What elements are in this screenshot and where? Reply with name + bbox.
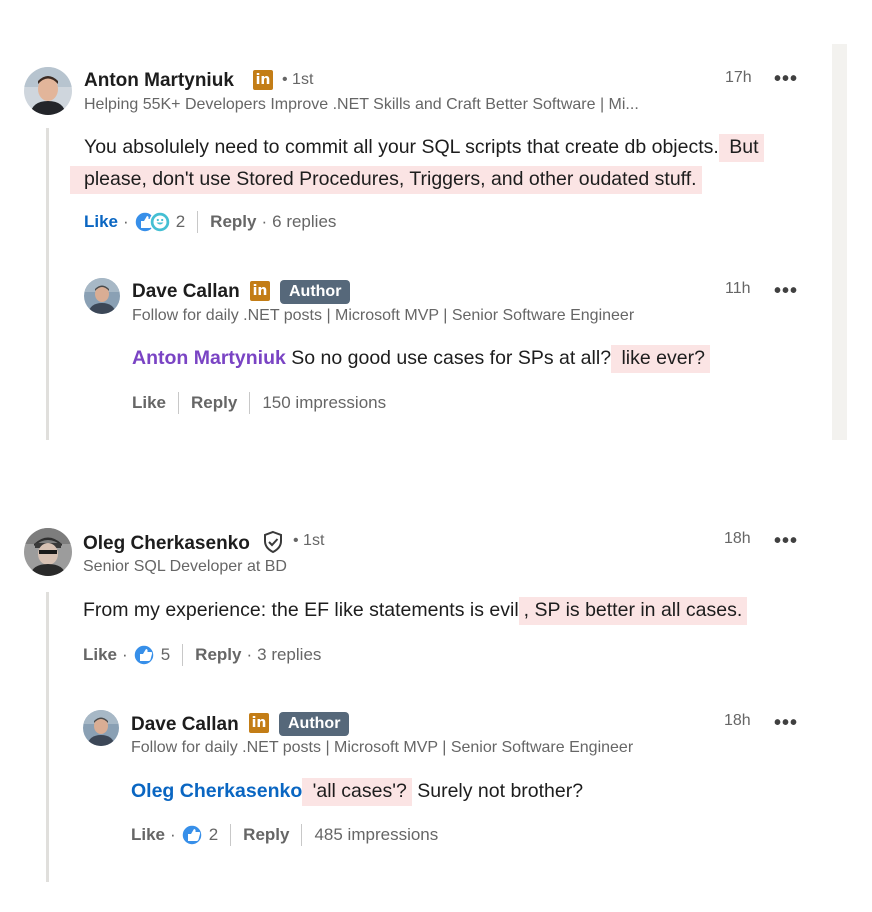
reactions-summary[interactable]: 2 bbox=[180, 824, 219, 846]
like-reaction-icon bbox=[132, 644, 155, 666]
avatar-dave-callan[interactable] bbox=[83, 710, 119, 746]
reply-text-part: So no good use cases for SPs at all? bbox=[285, 347, 612, 369]
reply-author-headline: Follow for daily .NET posts | Microsoft … bbox=[132, 307, 635, 324]
author-badge: Author bbox=[280, 280, 351, 304]
scrollbar-track[interactable] bbox=[832, 44, 847, 440]
comment-text-line2: please, don't use Stored Procedures, Tri… bbox=[70, 163, 702, 195]
like-button[interactable]: Like bbox=[131, 825, 165, 845]
comment-actions: Like · 5 Reply · 3 replies bbox=[83, 644, 322, 666]
reply-actions: Like · 2 Reply 485 impressions bbox=[131, 824, 439, 846]
reply-button[interactable]: Reply bbox=[210, 212, 256, 232]
comment-text-part: You absolulely need to commit all your S… bbox=[84, 136, 719, 158]
reaction-count: 5 bbox=[160, 645, 171, 664]
comment-timestamp: 18h bbox=[724, 530, 751, 547]
like-button[interactable]: Like bbox=[132, 393, 166, 413]
reply-button[interactable]: Reply bbox=[243, 825, 289, 845]
highlighted-text: 'all cases'? bbox=[302, 778, 412, 806]
connection-degree: • 1st bbox=[282, 71, 314, 88]
highlighted-text: like ever? bbox=[611, 345, 710, 373]
reactions-summary[interactable]: 5 bbox=[132, 644, 171, 666]
comment-text: From my experience: the EF like statemen… bbox=[83, 594, 748, 626]
comment-timestamp: 17h bbox=[725, 69, 752, 86]
replies-count-link[interactable]: 3 replies bbox=[257, 645, 321, 665]
mention-link[interactable]: Oleg Cherkasenko bbox=[131, 780, 302, 802]
like-button[interactable]: Like bbox=[83, 645, 117, 665]
verified-icon bbox=[262, 530, 284, 559]
replies-count-link[interactable]: 6 replies bbox=[272, 212, 336, 232]
avatar-dave-callan[interactable] bbox=[84, 278, 120, 314]
reply-text: Anton Martyniuk So no good use cases for… bbox=[132, 342, 710, 374]
comment-author-name[interactable]: Oleg Cherkasenko bbox=[83, 533, 250, 555]
author-badge: Author bbox=[279, 712, 350, 736]
like-reaction-icon bbox=[180, 824, 203, 846]
linkedin-premium-icon: in bbox=[249, 713, 269, 733]
avatar-anton[interactable] bbox=[24, 67, 72, 115]
highlighted-text: But bbox=[718, 134, 764, 162]
linkedin-premium-icon: in bbox=[250, 281, 270, 301]
like-button[interactable]: Like bbox=[84, 212, 118, 232]
comment-author-headline: Helping 55K+ Developers Improve .NET Ski… bbox=[84, 96, 639, 113]
impressions-count: 150 impressions bbox=[262, 393, 387, 412]
mention-link[interactable]: Anton Martyniuk bbox=[132, 347, 286, 369]
reply-timestamp: 18h bbox=[724, 712, 751, 729]
comment-text: You absolulely need to commit all your S… bbox=[84, 131, 764, 163]
more-options-icon[interactable]: ••• bbox=[774, 713, 798, 733]
like-reaction-icon bbox=[133, 211, 171, 233]
thread-line bbox=[46, 128, 49, 440]
impressions-count: 485 impressions bbox=[314, 825, 439, 844]
comment-actions: Like · 2 Reply · 6 replies bbox=[84, 211, 337, 233]
comment-author-headline: Senior SQL Developer at BD bbox=[83, 558, 287, 575]
more-options-icon[interactable]: ••• bbox=[774, 69, 798, 89]
reply-button[interactable]: Reply bbox=[195, 645, 241, 665]
reply-author-headline: Follow for daily .NET posts | Microsoft … bbox=[131, 739, 634, 756]
avatar-oleg[interactable] bbox=[24, 528, 72, 576]
highlighted-text: , SP is better in all cases. bbox=[518, 597, 748, 625]
reply-text-part: Surely not brother? bbox=[411, 780, 584, 802]
highlighted-text: please, don't use Stored Procedures, Tri… bbox=[70, 166, 702, 194]
comment-text-part: From my experience: the EF like statemen… bbox=[83, 599, 519, 621]
reaction-count: 2 bbox=[208, 825, 219, 844]
thread-line bbox=[46, 592, 49, 882]
reply-author-name[interactable]: Dave Callan bbox=[131, 714, 239, 736]
more-options-icon[interactable]: ••• bbox=[774, 531, 798, 551]
linkedin-premium-icon: in bbox=[253, 70, 273, 90]
reply-author-name[interactable]: Dave Callan bbox=[132, 281, 240, 303]
reaction-count: 2 bbox=[175, 212, 186, 231]
connection-degree: • 1st bbox=[293, 532, 325, 549]
more-options-icon[interactable]: ••• bbox=[774, 281, 798, 301]
reply-actions: Like Reply 150 impressions bbox=[132, 390, 386, 416]
reply-timestamp: 11h bbox=[725, 280, 751, 297]
reply-text: Oleg Cherkasenko 'all cases'? Surely not… bbox=[131, 775, 583, 807]
reactions-summary[interactable]: 2 bbox=[133, 211, 186, 233]
comment-author-name[interactable]: Anton Martyniuk bbox=[84, 70, 234, 92]
reply-button[interactable]: Reply bbox=[191, 393, 237, 413]
